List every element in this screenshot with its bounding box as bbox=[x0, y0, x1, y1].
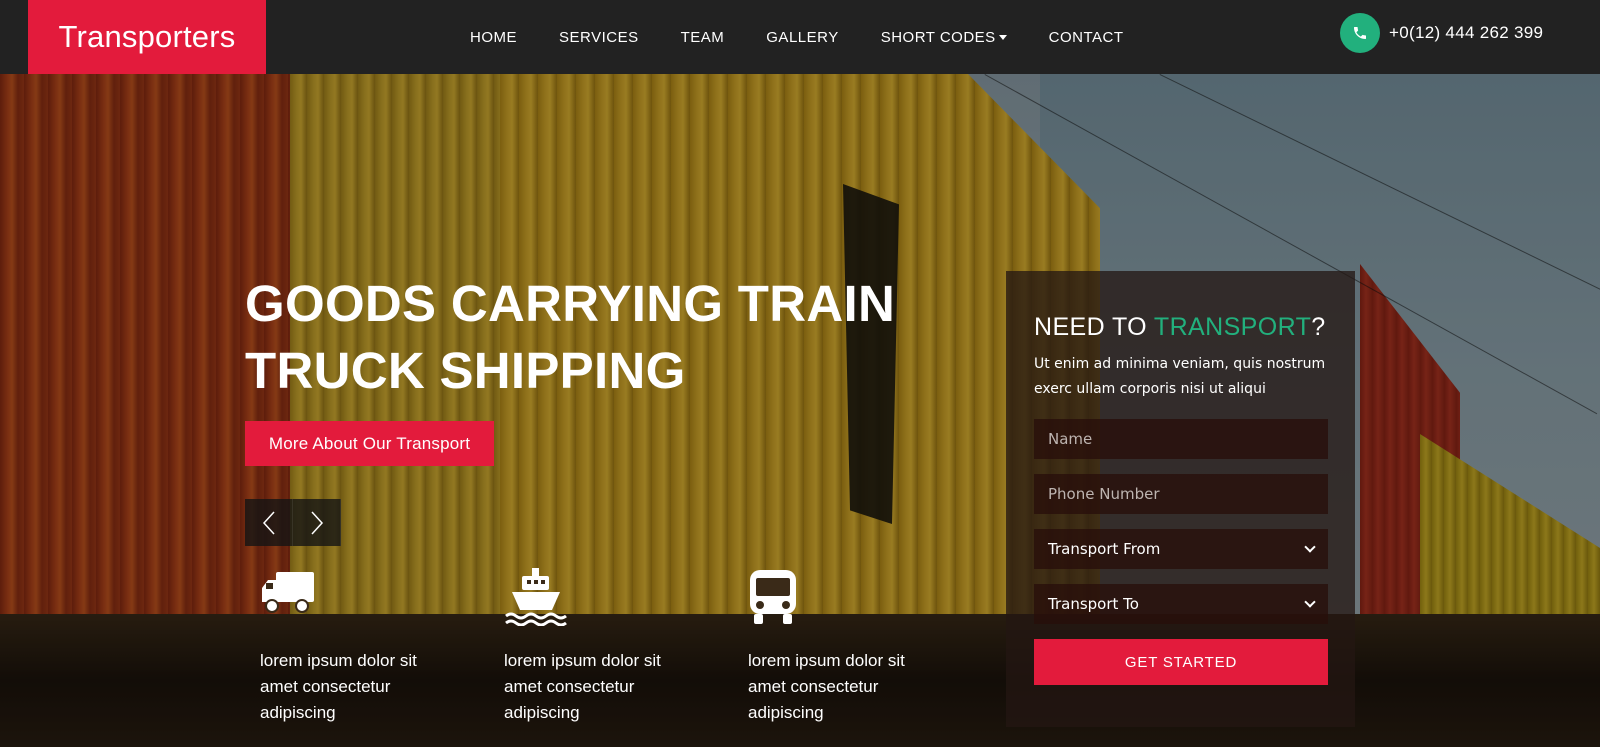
brand-name: Transporters bbox=[58, 19, 236, 54]
name-input[interactable]: Name bbox=[1034, 419, 1328, 459]
slider-next-button[interactable] bbox=[293, 499, 341, 546]
hero-title: GOODS CARRYING TRAIN TRUCK SHIPPING bbox=[245, 270, 925, 404]
nav-gallery[interactable]: GALLERY bbox=[766, 29, 838, 46]
more-about-transport-button[interactable]: More About Our Transport bbox=[245, 421, 494, 466]
chevron-right-icon bbox=[310, 510, 323, 535]
feature-text: lorem ipsum dolor sit amet consectetur a… bbox=[504, 651, 661, 722]
feature-text: lorem ipsum dolor sit amet consectetur a… bbox=[260, 651, 417, 722]
form-description: Ut enim ad minima veniam, quis nostrum e… bbox=[1034, 356, 1326, 397]
slider-prev-button[interactable] bbox=[245, 499, 293, 546]
nav-home[interactable]: HOME bbox=[470, 29, 517, 46]
caret-down-icon bbox=[998, 34, 1007, 40]
feature-item: lorem ipsum dolor sit amet consectetur a… bbox=[260, 568, 504, 726]
get-started-button[interactable]: GET STARTED bbox=[1034, 639, 1328, 685]
phone-number: +0(12) 444 262 399 bbox=[1389, 23, 1544, 42]
nav-services[interactable]: SERVICES bbox=[559, 29, 639, 46]
nav-team[interactable]: TEAM bbox=[681, 29, 725, 46]
form-heading-suffix: ? bbox=[1311, 313, 1326, 341]
nav-contact[interactable]: CONTACT bbox=[1049, 29, 1124, 46]
transport-to-value: Transport To bbox=[1048, 595, 1139, 613]
transport-from-select[interactable]: Transport From bbox=[1034, 529, 1328, 569]
nav-short-codes-label: SHORT CODES bbox=[880, 28, 996, 46]
main-nav: HOME SERVICES TEAM GALLERY SHORT CODES C… bbox=[470, 0, 1166, 74]
phone-contact[interactable]: +0(12) 444 262 399 bbox=[1340, 13, 1543, 53]
slider-controls bbox=[245, 499, 341, 546]
hero-title-line1: GOODS CARRYING TRAIN bbox=[245, 275, 896, 332]
hero-title-line2: TRUCK SHIPPING bbox=[245, 342, 686, 399]
feature-item: lorem ipsum dolor sit amet consectetur a… bbox=[748, 568, 992, 726]
chevron-down-icon bbox=[1304, 541, 1316, 553]
feature-text: lorem ipsum dolor sit amet consectetur a… bbox=[748, 651, 905, 722]
brand-logo[interactable]: Transporters bbox=[28, 0, 266, 74]
bus-icon bbox=[748, 568, 992, 632]
transport-form: NEED TO TRANSPORT? Ut enim ad minima ven… bbox=[1006, 271, 1355, 727]
form-heading: NEED TO TRANSPORT? bbox=[1034, 313, 1327, 342]
form-heading-prefix: NEED TO bbox=[1034, 313, 1154, 341]
features-list: lorem ipsum dolor sit amet consectetur a… bbox=[260, 568, 992, 726]
transport-from-value: Transport From bbox=[1048, 540, 1161, 558]
chevron-left-icon bbox=[262, 510, 275, 535]
nav-short-codes[interactable]: SHORT CODES bbox=[881, 29, 1007, 46]
form-heading-accent: TRANSPORT bbox=[1153, 313, 1312, 341]
phone-icon bbox=[1340, 13, 1380, 53]
truck-icon bbox=[260, 568, 504, 632]
chevron-down-icon bbox=[1304, 596, 1316, 608]
site-header: Transporters HOME SERVICES TEAM GALLERY … bbox=[0, 0, 1600, 74]
phone-number-input[interactable]: Phone Number bbox=[1034, 474, 1328, 514]
page: Transporters HOME SERVICES TEAM GALLERY … bbox=[0, 0, 1600, 747]
transport-to-select[interactable]: Transport To bbox=[1034, 584, 1328, 624]
ship-icon bbox=[504, 568, 748, 632]
feature-item: lorem ipsum dolor sit amet consectetur a… bbox=[504, 568, 748, 726]
